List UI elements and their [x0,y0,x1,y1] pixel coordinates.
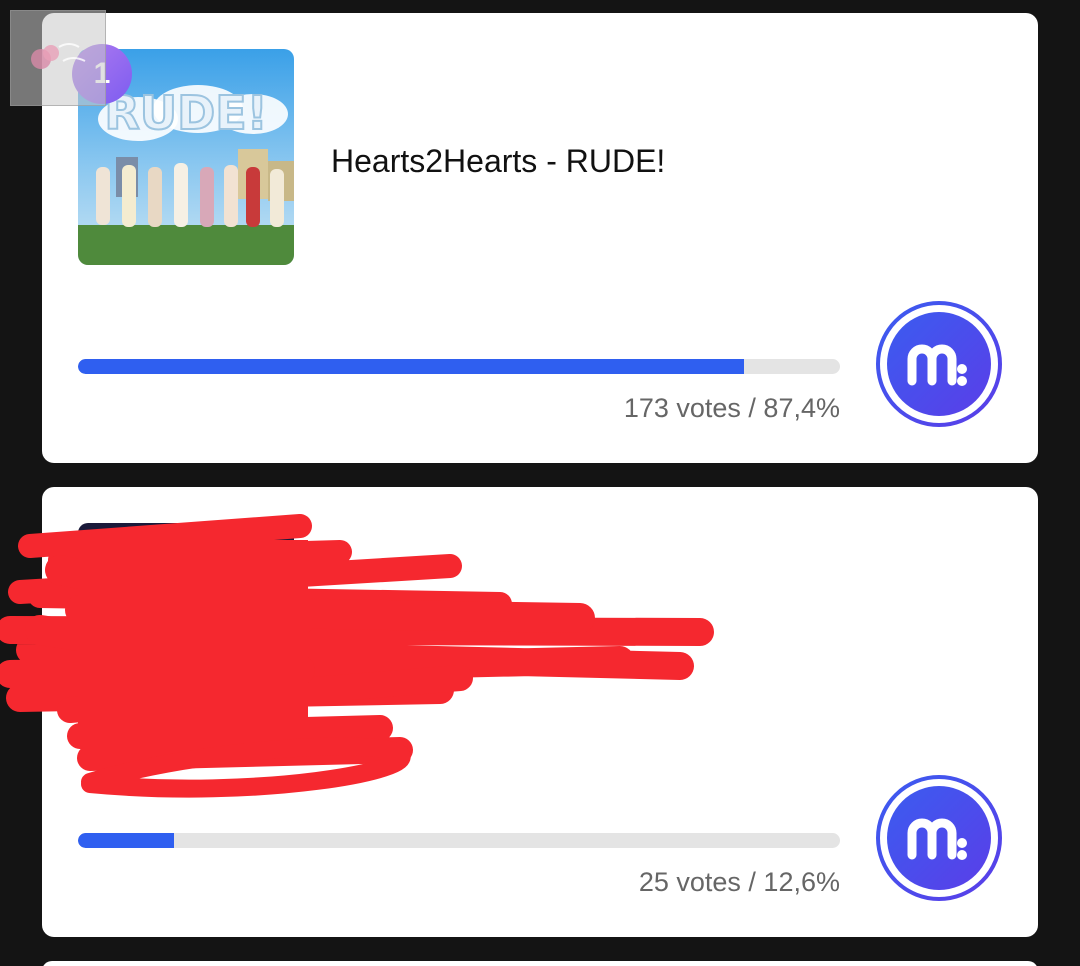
vote-button[interactable] [876,775,1002,901]
vote-count-label: 25 votes / 12,6% [638,867,840,897]
vote-progress-fill [78,359,744,374]
vote-button[interactable] [876,301,1002,427]
poll-results-page: RUDE! Hearts2Hearts - RUDE! 173 votes / … [0,0,1080,966]
watermark-logo [10,10,106,106]
song-title: Hearts2Hearts - RUDE! [331,143,666,179]
poll-option-card [42,961,1038,966]
m-logo-icon [876,301,1002,427]
poll-option-card: RUDE! Hearts2Hearts - RUDE! 173 votes / … [42,13,1038,463]
m-logo-icon [876,775,1002,901]
redaction-scribble [0,514,714,798]
vote-progress-bar [78,359,840,374]
vote-progress-fill [78,833,174,848]
vote-progress-bar [78,833,840,848]
vote-count-label: 173 votes / 87,4% [623,393,840,423]
album-cover-title: RUDE! [104,86,267,140]
